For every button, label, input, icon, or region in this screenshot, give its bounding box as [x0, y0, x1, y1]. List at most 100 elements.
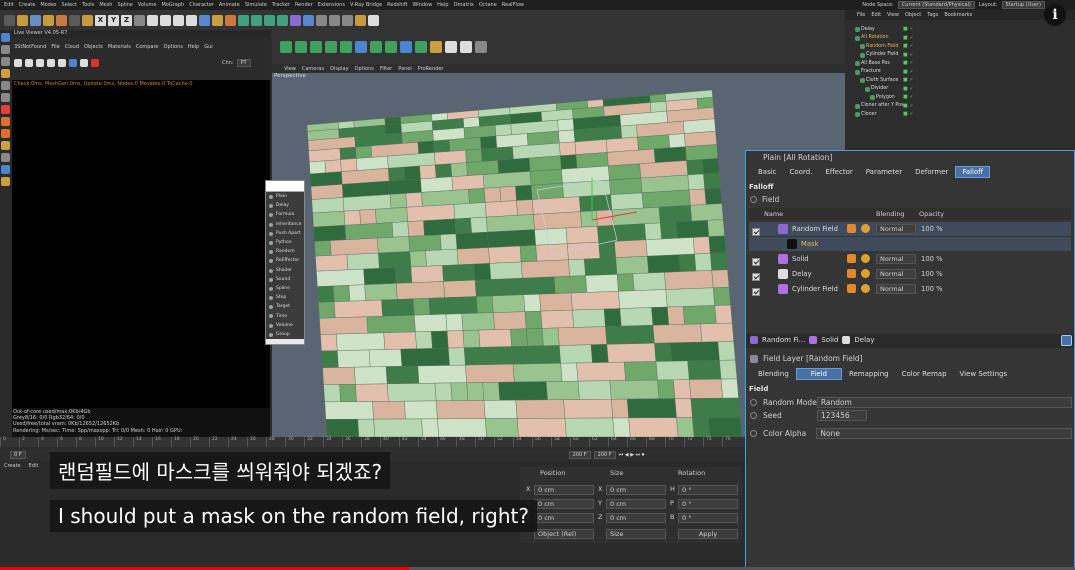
layer-subtab[interactable]: Solid	[818, 336, 841, 344]
viewport-tool-icon[interactable]	[340, 41, 352, 53]
tool-icon[interactable]	[82, 14, 93, 26]
viewport-tool-icon[interactable]	[460, 41, 472, 53]
tab-coord[interactable]: Coord.	[784, 167, 819, 177]
live-viewer-tool-icon[interactable]	[25, 59, 33, 67]
menu-item[interactable]: Octane	[479, 2, 497, 8]
tool-icon[interactable]	[30, 14, 41, 26]
left-tool-icon[interactable]	[1, 33, 10, 42]
om-menu-item[interactable]: Tags	[927, 12, 938, 18]
size-input[interactable]: 0 cm	[606, 499, 666, 509]
lock-icon[interactable]	[1061, 335, 1072, 346]
mat-menu-item[interactable]: Edit	[29, 463, 39, 469]
live-viewer-menu-item[interactable]: Compare	[136, 44, 159, 50]
left-tool-icon[interactable]	[1, 153, 10, 162]
left-tool-icon[interactable]	[1, 117, 10, 126]
tool-icon[interactable]	[303, 14, 314, 26]
frame-start[interactable]: 0 F	[10, 451, 26, 459]
color-alpha-radio[interactable]	[750, 430, 757, 437]
field-menu-item[interactable]: Random	[266, 247, 304, 257]
object-row[interactable]: Cylinder Field ■ ✓	[845, 51, 1075, 60]
field-menu-item[interactable]: Inheritance	[266, 219, 304, 229]
menu-item[interactable]: Window	[412, 2, 432, 8]
menu-item[interactable]: RealFlow	[502, 2, 524, 8]
layer-tab-color-remap[interactable]: Color Remap	[896, 369, 953, 379]
field-menu-item[interactable]: Target	[266, 302, 304, 312]
menu-item[interactable]: Tools	[82, 2, 94, 8]
menu-item[interactable]: Volume	[138, 2, 157, 8]
viewport-menu-item[interactable]: Display	[330, 66, 348, 72]
visibility-check-icon[interactable]: ■ ✓	[903, 35, 914, 41]
live-viewer-tool-icon[interactable]	[36, 59, 44, 67]
layer-opacity[interactable]: 100 %	[921, 255, 943, 263]
layer-enabled-checkbox[interactable]	[752, 288, 760, 296]
tool-icon[interactable]	[212, 14, 223, 26]
viewport-tool-icon[interactable]	[400, 41, 412, 53]
blend-mode-select[interactable]: Normal	[876, 254, 916, 264]
color-alpha-select[interactable]: None	[816, 428, 1072, 439]
menu-item[interactable]: Omatrix	[454, 2, 474, 8]
viewport-menu-item[interactable]: View	[284, 66, 296, 72]
live-viewer-menu-item[interactable]: Materials	[108, 44, 131, 50]
object-row[interactable]: Delay ■ ✓	[845, 25, 1075, 34]
seed-input[interactable]: 123456	[817, 410, 867, 421]
live-viewer-menu-item[interactable]: File	[51, 44, 59, 50]
field-menu-item[interactable]: Group	[266, 329, 304, 339]
live-viewer-menu-item[interactable]: Options	[164, 44, 183, 50]
object-row[interactable]: Cloner after Y Pos ■ ✓	[845, 102, 1075, 111]
tool-icon[interactable]	[43, 14, 54, 26]
layer-opacity[interactable]: 100 %	[921, 285, 943, 293]
om-menu-item[interactable]: Edit	[871, 12, 881, 18]
field-menu-item[interactable]: Python	[266, 237, 304, 248]
tool-icon[interactable]	[290, 14, 301, 26]
menu-item[interactable]: Tracker	[272, 2, 290, 8]
om-menu-item[interactable]: Object	[905, 12, 921, 18]
layout-select[interactable]: Startup (User)	[1001, 1, 1045, 9]
field-menu-item[interactable]: Step	[266, 293, 304, 303]
layer-opacity[interactable]: 100 %	[921, 225, 943, 233]
object-row[interactable]: Fracture ■ ✓	[845, 68, 1075, 77]
tool-icon[interactable]	[17, 14, 28, 26]
layer-tab-field[interactable]: Field	[795, 368, 842, 380]
live-viewer-tool-icon[interactable]	[69, 59, 77, 67]
channel-select[interactable]: PT	[236, 59, 251, 67]
position-input[interactable]: 0 cm	[534, 499, 594, 509]
field-layer-row[interactable]: Mask	[749, 237, 1071, 251]
menu-item[interactable]: MoGraph	[161, 2, 184, 8]
field-menu-item[interactable]: Shader	[266, 265, 304, 275]
coord-mode-select[interactable]: Object (Rel)	[534, 529, 594, 539]
layer-enabled-checkbox[interactable]	[752, 258, 760, 266]
tool-icon[interactable]	[160, 14, 171, 26]
info-icon[interactable]: i	[1044, 4, 1066, 26]
object-row[interactable]: Polygon ■ ✓	[845, 93, 1075, 102]
tab-deformer[interactable]: Deformer	[909, 167, 954, 177]
playback-controls-icon[interactable]: ⏮ ◀ ▶ ⏭ ⏺	[619, 452, 645, 458]
visibility-check-icon[interactable]: ■ ✓	[903, 60, 914, 66]
left-tool-icon[interactable]	[1, 57, 10, 66]
left-tool-icon[interactable]	[1, 177, 10, 186]
tool-icon[interactable]	[69, 14, 80, 26]
object-row[interactable]: Cloner ■ ✓	[845, 110, 1075, 119]
field-menu-item[interactable]: ReEffector	[266, 256, 304, 266]
field-menu-item[interactable]: Time	[266, 311, 304, 321]
live-viewer-menu-item[interactable]: Cloud	[65, 44, 79, 50]
visibility-check-icon[interactable]: ■ ✓	[903, 111, 914, 117]
layer-enabled-checkbox[interactable]	[752, 228, 760, 236]
tool-icon[interactable]	[186, 14, 197, 26]
live-viewer-menu-item[interactable]: Gui	[204, 44, 212, 50]
field-layer-row[interactable]: Delay Normal 100 %	[749, 267, 1071, 281]
tool-icon[interactable]	[251, 14, 262, 26]
left-tool-icon[interactable]	[1, 105, 10, 114]
visibility-check-icon[interactable]: ■ ✓	[903, 103, 914, 109]
left-tool-icon[interactable]	[1, 165, 10, 174]
object-row[interactable]: All Base Pos ■ ✓	[845, 59, 1075, 68]
mat-menu-item[interactable]: Create	[4, 463, 21, 469]
tool-icon[interactable]	[4, 14, 15, 26]
field-menu-item[interactable]: Sound	[266, 274, 304, 284]
menu-item[interactable]: Help	[437, 2, 448, 8]
viewport-menu-item[interactable]: ProRender	[418, 66, 444, 72]
blend-mode-select[interactable]: Normal	[876, 284, 916, 294]
live-viewer-tool-icon[interactable]	[58, 59, 66, 67]
position-input[interactable]: 0 cm	[534, 485, 594, 495]
om-menu-item[interactable]: File	[857, 12, 865, 18]
rotation-input[interactable]: 0 °	[678, 513, 738, 523]
